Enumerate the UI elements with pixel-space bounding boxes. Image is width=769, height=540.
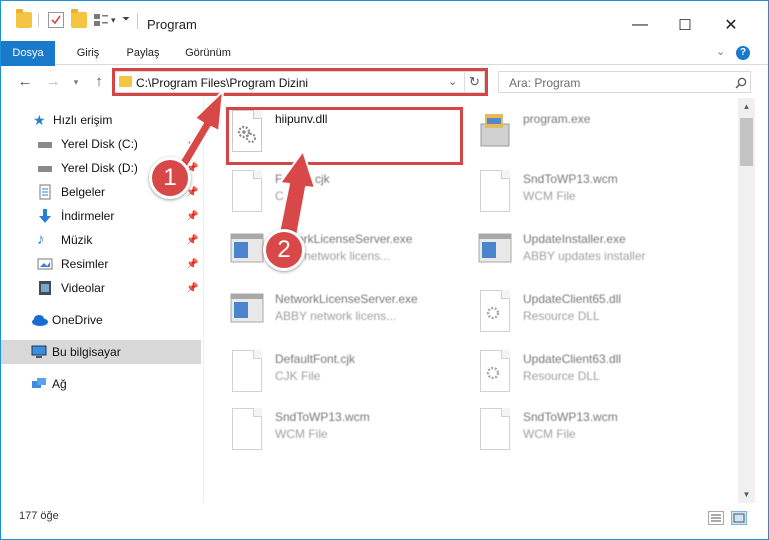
- arrow-2: [277, 150, 316, 242]
- arrow-1: [176, 90, 224, 172]
- annotation-arrows: [176, 90, 316, 242]
- step-badge-1: 1: [149, 157, 191, 199]
- step-badge-2: 2: [263, 229, 305, 271]
- explorer-window: ▾ ⏷ Program — ☐ ✕ Dosya Giriş Paylaş Gör…: [0, 0, 769, 540]
